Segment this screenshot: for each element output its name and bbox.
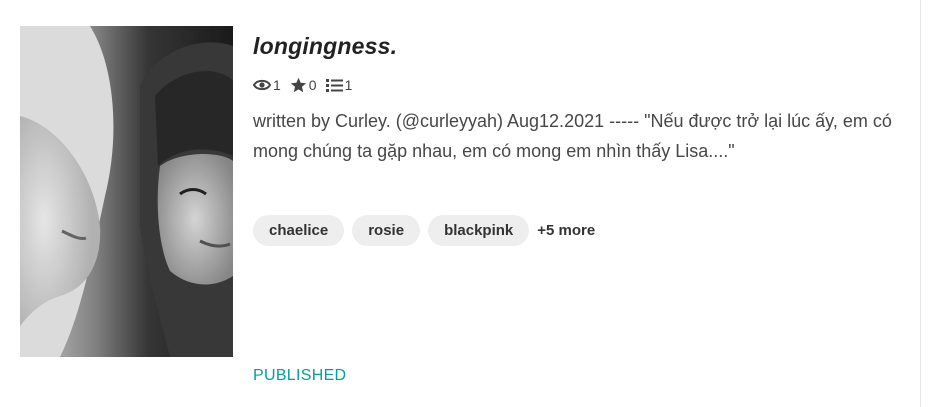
tag-chaelice[interactable]: chaelice: [253, 215, 345, 246]
story-cover-image[interactable]: [20, 26, 233, 357]
tag-blackpink[interactable]: blackpink: [428, 215, 530, 246]
status-label: PUBLISHED: [253, 367, 347, 384]
votes-stat: 0: [290, 77, 317, 93]
story-card: longingness. 1 0 1 written by Curley. (@…: [0, 0, 928, 407]
tag-list: chaelice rosie blackpink +5 more: [253, 215, 595, 246]
story-description: written by Curley. (@curleyyah) Aug12.20…: [253, 111, 892, 161]
tag-rosie[interactable]: rosie: [352, 215, 421, 246]
views-stat: 1: [253, 77, 281, 93]
divider: [920, 0, 921, 407]
star-icon: [290, 77, 309, 93]
more-tags-link[interactable]: +5 more: [537, 222, 595, 239]
eye-icon: [253, 78, 273, 92]
story-stats: 1 0 1: [253, 74, 361, 96]
parts-stat: 1: [325, 77, 353, 93]
list-icon: [325, 78, 345, 93]
votes-count: 0: [308, 77, 317, 93]
parts-count: 1: [344, 77, 353, 93]
views-count: 1: [273, 77, 281, 93]
story-title[interactable]: longingness.: [253, 33, 397, 60]
